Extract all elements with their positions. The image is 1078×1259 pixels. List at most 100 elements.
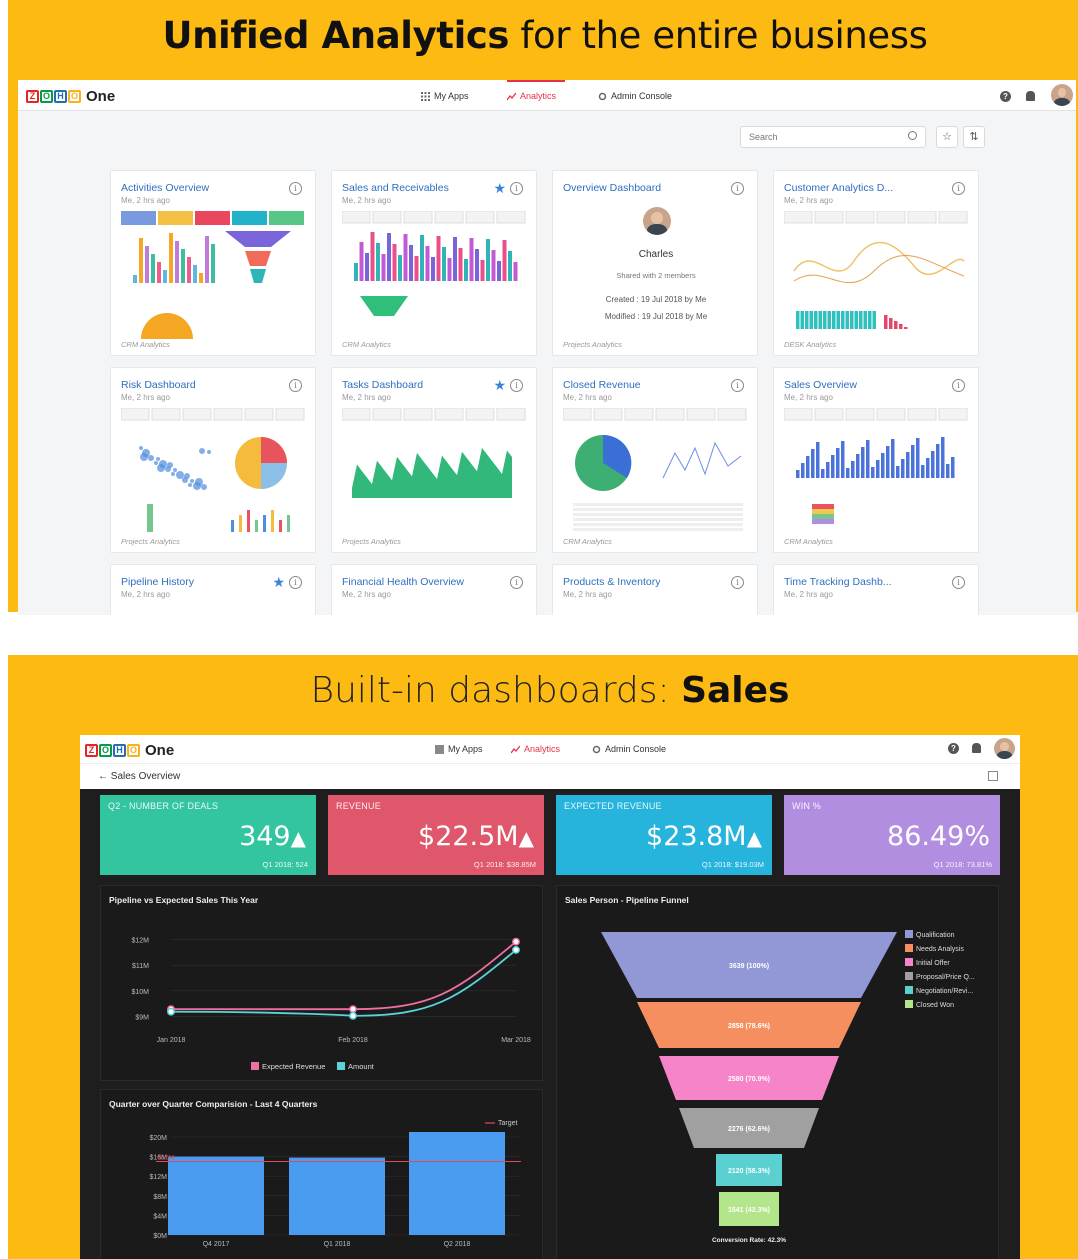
sales-dashboard-window: ZOHO One My Apps Analytics Admin Console… — [80, 735, 1020, 1259]
thumb-kpi — [342, 408, 371, 421]
dashboard-card-title[interactable]: Customer Analytics D... — [784, 182, 893, 194]
kpi-tile[interactable]: EXPECTED REVENUE $23.8M▲ Q1 2018: $19.03M — [556, 795, 772, 875]
kpi-value: $23.8M▲ — [646, 821, 762, 852]
thumb-kpi — [403, 408, 433, 421]
data-point — [349, 1011, 357, 1020]
thumb-bar — [936, 444, 940, 478]
funnel-chart[interactable]: 3639 (100%) Qualification 2858 (78.6%) Need… — [557, 886, 1000, 1259]
thumb-kpi — [717, 408, 747, 421]
kpi-tile[interactable]: REVENUE $22.5M▲ Q1 2018: $38.85M — [328, 795, 544, 875]
dashboard-card-meta: Me, 2 hrs ago — [342, 590, 391, 599]
dashboard-card[interactable]: Risk Dashboard Me, 2 hrs ago i Projects Ana… — [110, 367, 316, 553]
bar-chart[interactable]: $20M$16M$12M$8M$4M$0MQ4 2017 Q1 2018 Q2 20… — [101, 1090, 544, 1259]
line-chart[interactable]: $12M $11M $10M $9M Jan 2018 Feb 2018 Mar 2018 E… — [101, 886, 544, 1082]
search-icon[interactable] — [908, 131, 917, 140]
zoho-logo-2[interactable]: ZOHO One — [85, 742, 174, 759]
dashboard-card-meta: Me, 2 hrs ago — [121, 590, 170, 599]
thumb-kpi — [342, 211, 371, 224]
nav-my-apps-2[interactable]: My Apps — [435, 744, 483, 754]
dashboard-card-title[interactable]: Products & Inventory — [563, 576, 660, 588]
info-icon[interactable]: i — [952, 182, 965, 195]
info-icon[interactable]: i — [731, 576, 744, 589]
info-icon[interactable]: i — [289, 379, 302, 392]
nav-my-apps[interactable]: My Apps — [421, 91, 469, 101]
info-icon[interactable]: i — [731, 182, 744, 195]
dashboard-card[interactable]: Tasks Dashboard Me, 2 hrs ago i ★ Projects A… — [331, 367, 537, 553]
top-navigation-bar-2: ZOHO One My Apps Analytics Admin Console… — [80, 735, 1020, 763]
user-avatar[interactable] — [1051, 84, 1073, 106]
open-external-icon[interactable] — [988, 771, 998, 781]
dashboard-card-title[interactable]: Activities Overview — [121, 182, 209, 194]
owner-avatar — [643, 207, 671, 235]
star-icon[interactable]: ★ — [493, 377, 506, 394]
dashboard-card-title[interactable]: Overview Dashboard — [563, 182, 661, 194]
thumb-bar — [916, 438, 920, 478]
info-icon[interactable]: i — [510, 379, 523, 392]
dashboard-card[interactable]: Products & Inventory Me, 2 hrs ago i — [552, 564, 758, 615]
thumb-bar — [255, 520, 258, 532]
dashboard-card-title[interactable]: Sales Overview — [784, 379, 857, 391]
x-tick-label: Mar 2018 — [501, 1037, 531, 1044]
bell-icon[interactable] — [1026, 91, 1035, 101]
funnel-stage-label: 2858 (78.6%) — [728, 1023, 770, 1030]
thumb-kpi — [465, 211, 495, 224]
user-avatar-2[interactable] — [994, 738, 1015, 759]
nav-analytics-label: Analytics — [520, 91, 557, 101]
dashboard-card[interactable]: Time Tracking Dashb... Me, 2 hrs ago i — [773, 564, 979, 615]
thumb-bar — [796, 311, 800, 329]
dashboard-card-title[interactable]: Pipeline History — [121, 576, 194, 588]
dashboard-card[interactable]: Activities Overview Me, 2 hrs ago i CRM Ana… — [110, 170, 316, 356]
trend-up-icon: ▲ — [290, 826, 306, 850]
sort-button[interactable]: ⇅ — [963, 126, 985, 148]
thumb-bar — [365, 253, 369, 281]
thumb-bar — [392, 244, 397, 281]
kpi-label: REVENUE — [336, 801, 381, 811]
thumb-bar — [502, 240, 507, 281]
nav-admin-console[interactable]: Admin Console — [598, 91, 672, 101]
star-icon[interactable]: ★ — [493, 180, 506, 197]
dashboard-card-title[interactable]: Time Tracking Dashb... — [784, 576, 892, 588]
info-icon[interactable]: i — [510, 576, 523, 589]
info-icon[interactable]: i — [952, 379, 965, 392]
nav-analytics[interactable]: Analytics — [507, 91, 556, 101]
zoho-logo[interactable]: ZOHO One — [26, 88, 115, 105]
nav-admin-console-2[interactable]: Admin Console — [592, 744, 666, 754]
dashboard-card[interactable]: Pipeline History Me, 2 hrs ago i ★ — [110, 564, 316, 615]
thumb-kpi — [275, 408, 305, 421]
bottom-headline-text: Built-in dashboards: — [310, 670, 682, 711]
kpi-compare: Q1 2018: 73.81% — [933, 860, 992, 869]
kpi-tile[interactable]: Q2 - NUMBER OF DEALS 349▲ Q1 2018: 524 — [100, 795, 316, 875]
bell-icon-2[interactable] — [972, 743, 981, 753]
thumb-table-row — [573, 513, 743, 516]
dashboard-card-title[interactable]: Financial Health Overview — [342, 576, 464, 588]
help-icon-2[interactable]: ? — [948, 743, 959, 754]
info-icon[interactable]: i — [952, 576, 965, 589]
info-icon[interactable]: i — [289, 182, 302, 195]
info-icon[interactable]: i — [289, 576, 302, 589]
thumb-dot — [188, 483, 192, 487]
back-link[interactable]: ← Sales Overview — [98, 771, 180, 782]
dashboard-card[interactable]: Financial Health Overview Me, 2 hrs ago i — [331, 564, 537, 615]
dashboard-card-title[interactable]: Sales and Receivables — [342, 182, 449, 194]
nav-analytics-2[interactable]: Analytics — [511, 744, 560, 754]
dashboard-card-title[interactable]: Risk Dashboard — [121, 379, 196, 391]
kpi-tile[interactable]: WIN % 86.49% Q1 2018: 73.81% — [784, 795, 1000, 875]
legend-swatch — [905, 930, 913, 938]
info-icon[interactable]: i — [510, 182, 523, 195]
dashboard-card[interactable]: Overview Dashboard i Projects Analytics Cha… — [552, 170, 758, 356]
legend-swatch — [905, 986, 913, 994]
dashboard-card-source: DESK Analytics — [784, 340, 837, 349]
dashboard-card[interactable]: Customer Analytics D... Me, 2 hrs ago i DES… — [773, 170, 979, 356]
thumb-kpi — [876, 211, 906, 224]
thumb-table-row — [573, 503, 743, 506]
search-input[interactable]: Search — [740, 126, 926, 148]
help-icon[interactable]: ? — [1000, 91, 1011, 102]
favorites-button[interactable]: ☆ — [936, 126, 958, 148]
dashboard-card[interactable]: Closed Revenue Me, 2 hrs ago i CRM Analytic… — [552, 367, 758, 553]
dashboard-card[interactable]: Sales and Receivables Me, 2 hrs ago i ★ CRM … — [331, 170, 537, 356]
info-icon[interactable]: i — [731, 379, 744, 392]
dashboard-card-title[interactable]: Tasks Dashboard — [342, 379, 423, 391]
star-icon[interactable]: ★ — [272, 574, 285, 591]
dashboard-card-title[interactable]: Closed Revenue — [563, 379, 641, 391]
dashboard-card[interactable]: Sales Overview Me, 2 hrs ago i CRM Analytic… — [773, 367, 979, 553]
